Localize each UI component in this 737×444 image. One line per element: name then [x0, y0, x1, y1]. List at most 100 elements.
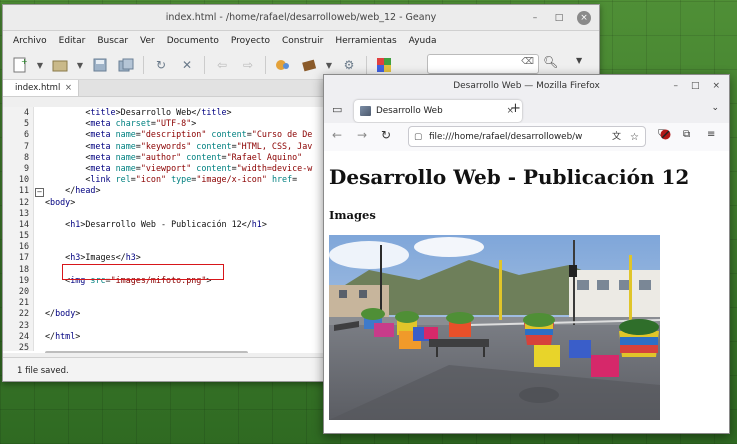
- line-number: 24: [18, 330, 29, 341]
- menu-archivo[interactable]: Archivo: [7, 36, 53, 46]
- color-chooser-icon[interactable]: [373, 55, 395, 75]
- search-dropdown-icon[interactable]: ▼: [576, 56, 582, 65]
- toolbar-separator: [204, 56, 205, 74]
- toolbar-separator: [143, 56, 144, 74]
- extension-badge-icon[interactable]: [660, 129, 671, 143]
- line-number-gutter: 4567891011121314151617181920212223242526: [3, 107, 34, 352]
- page-info-icon[interactable]: ▢: [414, 127, 422, 146]
- new-tab-icon[interactable]: +: [510, 101, 521, 116]
- page-subheading: Images: [329, 208, 376, 222]
- open-file-icon[interactable]: [49, 55, 71, 75]
- navigate-back-icon[interactable]: ⇦: [211, 55, 233, 75]
- bookmark-star-icon[interactable]: ☆: [630, 127, 639, 146]
- page-content: Desarrollo Web - Publicación 12 Images: [324, 151, 729, 433]
- firefox-window: Desarrollo Web — Mozilla Firefox – □ × ▭…: [323, 74, 730, 434]
- toolbar-separator: [366, 56, 367, 74]
- line-number: 11: [18, 185, 29, 196]
- open-file-dropdown-icon[interactable]: ▼: [75, 55, 85, 75]
- maximize-icon[interactable]: □: [691, 75, 700, 97]
- code-line-4: <title>Desarrollo Web</title>: [45, 107, 232, 117]
- close-icon[interactable]: ×: [712, 75, 720, 97]
- translate-icon[interactable]: 文: [612, 127, 621, 146]
- firefox-title: Desarrollo Web — Mozilla Firefox: [453, 81, 600, 91]
- code-line-17: <h3>Images</h3>: [45, 252, 141, 263]
- line-number: 20: [18, 286, 29, 296]
- back-icon[interactable]: ←: [332, 128, 342, 142]
- close-tab-icon[interactable]: ×: [65, 80, 72, 96]
- code-line-5: <meta charset="UTF-8">: [45, 118, 197, 129]
- code-line-8: <meta name="author" content="Rafael Aqui…: [45, 151, 303, 162]
- menu-buscar[interactable]: Buscar: [91, 36, 134, 46]
- maximize-icon[interactable]: □: [553, 12, 565, 24]
- navigation-toolbar: ← → ↻ ▢ file:///home/rafael/desarrollowe…: [324, 123, 729, 152]
- build-dropdown-icon[interactable]: ▼: [324, 55, 334, 75]
- code-line-9: <meta name="viewport" content="width=dev…: [45, 162, 313, 173]
- navigate-forward-icon[interactable]: ⇨: [237, 55, 259, 75]
- build-icon[interactable]: [298, 55, 320, 75]
- fold-toggle-icon[interactable]: −: [35, 188, 44, 197]
- code-lines: <title>Desarrollo Web</title> <meta char…: [45, 107, 312, 342]
- reload-icon[interactable]: ↻: [150, 55, 172, 75]
- search-input[interactable]: ⌫: [427, 54, 539, 74]
- compile-icon[interactable]: [272, 55, 294, 75]
- menu-documento[interactable]: Documento: [161, 36, 225, 46]
- reload-icon[interactable]: ↻: [381, 128, 391, 142]
- code-line-10: <link rel="icon" type="image/x-icon" hre…: [45, 174, 298, 185]
- search-icon[interactable]: 🔍︎: [543, 55, 558, 69]
- firefox-tabbar: ▭ Desarrollo Web × + ⌄: [324, 97, 729, 123]
- line-number: 22: [18, 308, 29, 319]
- tab-label: index.html: [15, 83, 61, 93]
- line-number: 4: [23, 107, 29, 117]
- menu-ver[interactable]: Ver: [134, 36, 161, 46]
- menu-ayuda[interactable]: Ayuda: [403, 36, 443, 46]
- menu-construir[interactable]: Construir: [276, 36, 329, 46]
- new-file-icon[interactable]: +: [9, 55, 31, 75]
- minimize-icon[interactable]: –: [673, 75, 678, 97]
- line-number: 16: [18, 241, 29, 252]
- line-number: 21: [18, 297, 29, 308]
- execute-icon[interactable]: ⚙: [338, 55, 360, 75]
- line-number: 17: [18, 252, 29, 263]
- favicon-icon: [360, 106, 371, 116]
- horizontal-scrollbar[interactable]: [45, 351, 248, 353]
- extensions-puzzle-icon[interactable]: ⧉: [683, 129, 690, 140]
- menu-herramientas[interactable]: Herramientas: [329, 36, 402, 46]
- clear-search-icon[interactable]: ⌫: [521, 57, 534, 67]
- menu-hamburger-icon[interactable]: ≡: [707, 129, 715, 140]
- url-bar[interactable]: ▢ file:///home/rafael/desarrolloweb/w 文 …: [408, 126, 646, 147]
- close-icon[interactable]: ×: [577, 10, 591, 25]
- line-number: 6: [23, 129, 29, 140]
- status-message: 1 file saved.: [17, 366, 69, 376]
- forward-icon[interactable]: →: [357, 128, 367, 142]
- minimize-icon[interactable]: –: [529, 12, 541, 24]
- tab-list-chevron-icon[interactable]: ⌄: [711, 103, 719, 113]
- code-line-12: <body>: [45, 196, 76, 207]
- line-number: 23: [18, 319, 29, 330]
- line-number: 5: [23, 118, 29, 129]
- line-number: 9: [23, 162, 29, 173]
- browser-tab[interactable]: Desarrollo Web ×: [354, 100, 522, 122]
- menu-editar[interactable]: Editar: [53, 36, 92, 46]
- tab-index-html[interactable]: index.html ×: [3, 80, 79, 96]
- save-icon[interactable]: [89, 55, 111, 75]
- save-all-icon[interactable]: [115, 55, 137, 75]
- code-line-24: </html>: [45, 330, 81, 341]
- code-line-11: </head>: [45, 185, 101, 196]
- code-line-6: <meta name="description" content="Curso …: [45, 129, 313, 140]
- menu-proyecto[interactable]: Proyecto: [225, 36, 276, 46]
- highlight-box: [62, 264, 224, 280]
- toolbar-separator: [265, 56, 266, 74]
- tab-title: Desarrollo Web: [376, 106, 443, 116]
- line-number: 8: [23, 151, 29, 162]
- tab-overview-icon[interactable]: ▭: [332, 103, 342, 116]
- svg-text:+: +: [21, 57, 27, 66]
- new-file-dropdown-icon[interactable]: ▼: [35, 55, 45, 75]
- line-number: 12: [18, 196, 29, 207]
- close-file-icon[interactable]: ✕: [176, 55, 198, 75]
- geany-title: index.html - /home/rafael/desarrolloweb/…: [165, 12, 437, 23]
- street-photo: [329, 235, 660, 420]
- line-number: 14: [18, 218, 29, 229]
